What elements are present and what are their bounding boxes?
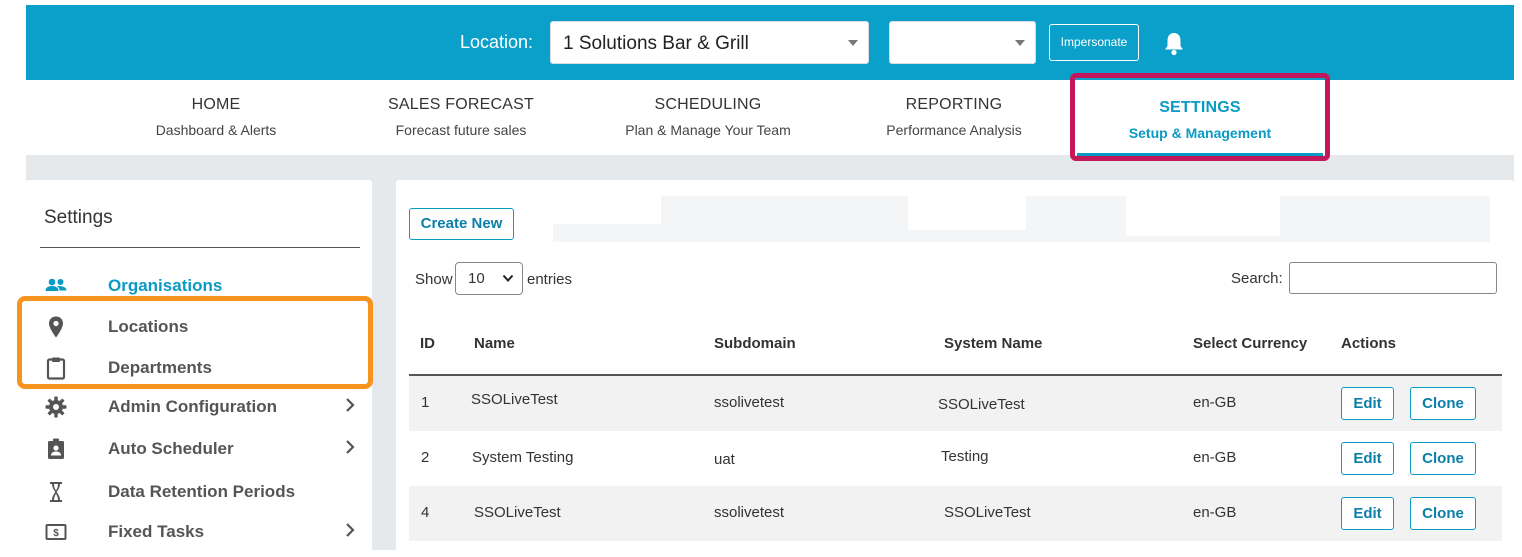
cell-name: SSOLiveTest <box>471 391 558 408</box>
sidebar-item-auto-scheduler[interactable]: Auto Scheduler <box>26 431 372 469</box>
sidebar-item-admin-configuration[interactable]: Admin Configuration <box>26 389 372 427</box>
cell-system-name: SSOLiveTest <box>938 396 1025 413</box>
nav-scheduling-subtitle: Plan & Manage Your Team <box>625 122 791 138</box>
people-icon <box>45 278 67 291</box>
redacted-block <box>553 196 661 224</box>
nav-reporting-subtitle: Performance Analysis <box>886 122 1022 138</box>
sidebar-item-fixed-tasks[interactable]: $ Fixed Tasks <box>26 514 372 550</box>
location-select[interactable]: 1 Solutions Bar & Grill <box>550 21 869 64</box>
redacted-area <box>553 196 1490 242</box>
sidebar-divider <box>40 247 360 248</box>
clone-button[interactable]: Clone <box>1410 442 1476 475</box>
chevron-down-icon <box>502 274 514 282</box>
nav-sales-forecast-title: SALES FORECAST <box>388 96 534 113</box>
svg-text:$: $ <box>53 528 59 539</box>
sidebar-item-label: Data Retention Periods <box>108 482 296 501</box>
sidebar-item-data-retention-periods[interactable]: Data Retention Periods <box>26 474 372 512</box>
caret-down-icon <box>1015 40 1025 46</box>
cell-name: SSOLiveTest <box>474 504 561 521</box>
nav-sales-forecast-subtitle: Forecast future sales <box>395 122 527 138</box>
app-frame: Location: 1 Solutions Bar & Grill Impers… <box>0 0 1522 557</box>
chevron-right-icon <box>346 398 355 412</box>
money-icon: $ <box>45 524 67 540</box>
caret-down-icon <box>848 40 858 46</box>
cell-subdomain: ssolivetest <box>714 394 785 411</box>
sidebar-item-label: Auto Scheduler <box>108 439 234 458</box>
cell-subdomain: ssolivetest <box>714 504 785 521</box>
gear-icon <box>45 396 67 418</box>
nav-home-title: HOME <box>191 96 241 113</box>
cell-system-name: Testing <box>941 448 989 465</box>
hourglass-icon <box>50 482 62 502</box>
cell-currency: en-GB <box>1193 394 1237 411</box>
organisations-panel: Create New Show 10 entries Search: ID Na… <box>396 180 1514 550</box>
cell-name: System Testing <box>472 449 574 466</box>
search-label: Search: <box>1231 270 1283 287</box>
entries-select-value: 10 <box>468 270 485 287</box>
table-row: 1 SSOLiveTest ssolivetest SSOLiveTest en… <box>409 376 1502 431</box>
cell-currency: en-GB <box>1193 504 1237 521</box>
show-label: Show <box>415 271 453 288</box>
sidebar-item-label: Organisations <box>108 276 223 295</box>
entries-per-page-select[interactable]: 10 <box>455 262 523 295</box>
cell-id: 1 <box>421 394 430 411</box>
clone-button[interactable]: Clone <box>1410 497 1476 530</box>
entries-label: entries <box>527 271 573 288</box>
column-header-subdomain[interactable]: Subdomain <box>714 335 796 352</box>
cell-id: 2 <box>421 449 430 466</box>
column-header-id[interactable]: ID <box>420 335 435 352</box>
edit-button[interactable]: Edit <box>1341 497 1394 530</box>
location-select-value: 1 Solutions Bar & Grill <box>563 33 749 54</box>
sidebar-items-highlight <box>17 296 373 389</box>
redacted-block <box>908 196 1026 230</box>
cell-id: 4 <box>421 504 430 521</box>
nav-scheduling-title: SCHEDULING <box>654 96 762 113</box>
column-header-select-currency[interactable]: Select Currency <box>1193 335 1307 352</box>
edit-button[interactable]: Edit <box>1341 442 1394 475</box>
sidebar-item-label: Fixed Tasks <box>108 522 205 541</box>
cell-system-name: SSOLiveTest <box>944 504 1031 521</box>
column-header-actions: Actions <box>1341 335 1397 352</box>
search-input[interactable] <box>1289 262 1497 294</box>
nav-reporting-title: REPORTING <box>905 96 1003 113</box>
table-header: ID Name Subdomain System Name Select Cur… <box>409 325 1502 376</box>
sidebar-title: Settings <box>44 207 113 228</box>
chevron-right-icon <box>346 440 355 454</box>
column-header-system-name[interactable]: System Name <box>944 335 1042 352</box>
clone-button[interactable]: Clone <box>1410 387 1476 420</box>
sidebar-item-label: Admin Configuration <box>108 397 278 416</box>
column-header-name[interactable]: Name <box>474 335 515 352</box>
cell-currency: en-GB <box>1193 449 1237 466</box>
create-new-button[interactable]: Create New <box>409 208 514 240</box>
settings-tab-highlight <box>1070 73 1330 161</box>
nav-reporting[interactable]: REPORTING Performance Analysis <box>859 80 1049 155</box>
cell-subdomain: uat <box>714 451 735 468</box>
top-header: Location: 1 Solutions Bar & Grill Impers… <box>26 5 1514 80</box>
nav-scheduling[interactable]: SCHEDULING Plan & Manage Your Team <box>603 80 813 155</box>
impersonate-button[interactable]: Impersonate <box>1049 24 1139 61</box>
badge-icon <box>48 438 64 459</box>
chevron-right-icon <box>346 523 355 537</box>
edit-button[interactable]: Edit <box>1341 387 1394 420</box>
nav-home[interactable]: HOME Dashboard & Alerts <box>126 80 306 155</box>
secondary-select[interactable] <box>889 21 1036 64</box>
redacted-block <box>1126 196 1280 236</box>
location-label: Location: <box>460 32 534 52</box>
table-row: 4 SSOLiveTest ssolivetest SSOLiveTest en… <box>409 486 1502 541</box>
nav-sales-forecast[interactable]: SALES FORECAST Forecast future sales <box>361 80 561 155</box>
nav-home-subtitle: Dashboard & Alerts <box>155 122 277 138</box>
table-row: 2 System Testing uat Testing en-GB Edit … <box>409 431 1502 486</box>
bell-icon[interactable] <box>1162 31 1186 57</box>
